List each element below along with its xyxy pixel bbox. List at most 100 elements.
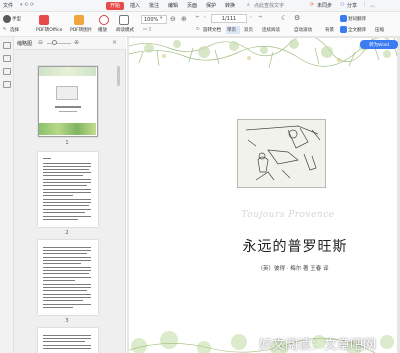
chevron-down-icon[interactable]: ▾: [160, 16, 162, 21]
cursor-icon[interactable]: ↖: [3, 27, 7, 32]
hand-tool-label[interactable]: 手型: [12, 16, 21, 22]
text-line: [43, 169, 89, 170]
continuous-button[interactable]: 连续阅读: [262, 27, 280, 33]
thumbnail-page-4[interactable]: [38, 328, 98, 353]
thumbnail-page-1[interactable]: [38, 66, 98, 137]
thumb-foliage-bottom: [39, 123, 96, 135]
text-line: [43, 253, 87, 254]
thumb-size-slider-handle[interactable]: [52, 40, 57, 45]
text-line: [43, 250, 91, 251]
thumbnail-page-3[interactable]: [38, 240, 98, 315]
menu-convert[interactable]: 转换: [225, 2, 235, 9]
text-line: [43, 175, 83, 176]
search-input[interactable]: 点此查找文字: [254, 2, 284, 9]
menu-protect[interactable]: 保护: [206, 2, 216, 9]
thumbnail-scrollbar[interactable]: [117, 66, 120, 86]
first-page-icon[interactable]: ⇤: [196, 15, 200, 20]
zoom-in-thumb-icon[interactable]: ⊕: [74, 39, 79, 46]
thumb-author-line: [59, 111, 77, 112]
text-line: [43, 338, 91, 339]
text-line: [43, 163, 91, 164]
text-line: [43, 307, 73, 308]
page-total: /111: [224, 16, 237, 22]
menu-edit[interactable]: 编辑: [168, 2, 178, 9]
translate-select-icon[interactable]: [340, 15, 347, 22]
menu-chevron-icon[interactable]: ▾ ⟲ ⟳: [20, 2, 34, 8]
pdf-to-office-button[interactable]: PDF转Office: [36, 27, 62, 33]
collapse-icon[interactable]: ︿: [370, 2, 375, 9]
thumb-size-slider[interactable]: [47, 43, 71, 44]
text-line: [43, 182, 91, 183]
hand-icon[interactable]: [3, 15, 11, 23]
text-line: [43, 209, 91, 210]
translate-full-button[interactable]: 全文翻译: [348, 27, 366, 33]
to-word-button[interactable]: 转为Word: [360, 40, 398, 49]
menu-start[interactable]: 开始: [106, 2, 125, 10]
collab-icon[interactable]: ⚇: [340, 2, 344, 8]
zoom-out-thumb-icon[interactable]: ⊖: [38, 39, 43, 46]
text-line: [43, 205, 89, 206]
page-number-input[interactable]: 1/111: [211, 14, 247, 23]
background-button[interactable]: 背景: [325, 27, 334, 33]
next-page-icon[interactable]: ›: [250, 15, 252, 20]
menu-insert[interactable]: 插入: [130, 2, 140, 9]
text-line: [43, 345, 91, 346]
read-mode-icon[interactable]: [119, 15, 129, 25]
last-page-icon[interactable]: ⇥: [258, 15, 262, 20]
auto-scroll-button[interactable]: 自动滚动: [294, 27, 312, 33]
search-icon[interactable]: ⌕: [247, 2, 250, 8]
rotate-button[interactable]: 旋转文档: [203, 27, 221, 33]
attachment-icon[interactable]: [3, 81, 11, 88]
foliage-top: [129, 38, 397, 69]
text-line: [43, 294, 91, 295]
pdf-to-image-button[interactable]: PDF转图片: [70, 27, 92, 33]
cover-illustration: [237, 119, 326, 188]
text-line: [43, 267, 91, 268]
text-line: [43, 277, 91, 278]
single-page-button[interactable]: 单页: [227, 27, 236, 33]
double-page-button[interactable]: 双页: [244, 27, 253, 33]
pdf-to-office-icon[interactable]: [39, 15, 49, 25]
text-line: [43, 300, 83, 301]
zoom-select[interactable]: 100%: [141, 15, 167, 24]
prev-page-icon[interactable]: ‹: [204, 15, 206, 20]
text-line: [43, 166, 91, 167]
toolbar: 手型 ↖ 选择 PDF转Office PDF转图片 播放 阅读模式 100% ▾…: [0, 12, 400, 37]
text-line: [43, 219, 78, 220]
compress-button[interactable]: 压缩: [375, 27, 384, 33]
annotation-icon[interactable]: [3, 68, 11, 75]
close-icon[interactable]: ×: [112, 39, 117, 46]
thumbnail-panel-icon[interactable]: [3, 42, 11, 49]
text-line: [43, 280, 75, 281]
translate-select-button[interactable]: 划词翻译: [348, 16, 366, 22]
moon-icon[interactable]: ☾: [281, 14, 287, 22]
thumb-title-line: [55, 106, 81, 108]
menu-page[interactable]: 页面: [187, 2, 197, 9]
left-rail: [0, 37, 14, 353]
text-line: [43, 341, 85, 342]
zoom-in-icon[interactable]: ⊕: [181, 15, 187, 23]
thumb-illustration: [56, 86, 78, 100]
thumbnail-page-2[interactable]: [38, 152, 98, 227]
zoom-out-icon[interactable]: ⊖: [170, 15, 176, 23]
text-line: [43, 192, 91, 193]
read-mode-button[interactable]: 阅读模式: [116, 27, 134, 33]
more-icon[interactable]: ⋮: [362, 2, 367, 8]
menu-comment[interactable]: 批注: [149, 2, 159, 9]
play-icon[interactable]: [99, 15, 109, 25]
bookmark-icon[interactable]: [3, 55, 11, 62]
sync-status[interactable]: 未同步: [317, 2, 332, 9]
pdf-to-image-icon[interactable]: [74, 15, 84, 25]
text-line: [43, 247, 91, 248]
settings-icon[interactable]: ⚙: [294, 14, 300, 22]
rotate-icon[interactable]: ↻: [196, 27, 200, 32]
sync-icon[interactable]: ⟳: [310, 2, 314, 8]
play-button[interactable]: 播放: [98, 27, 107, 33]
text-line: [43, 195, 73, 196]
select-tool-label[interactable]: 选择: [10, 27, 19, 33]
translate-full-icon[interactable]: [340, 26, 347, 33]
share-button[interactable]: 分享: [347, 2, 357, 9]
text-line: [43, 202, 91, 203]
menu-file[interactable]: 文件: [3, 2, 13, 9]
fit-page-icon[interactable]: ▭ ▯: [143, 27, 151, 32]
